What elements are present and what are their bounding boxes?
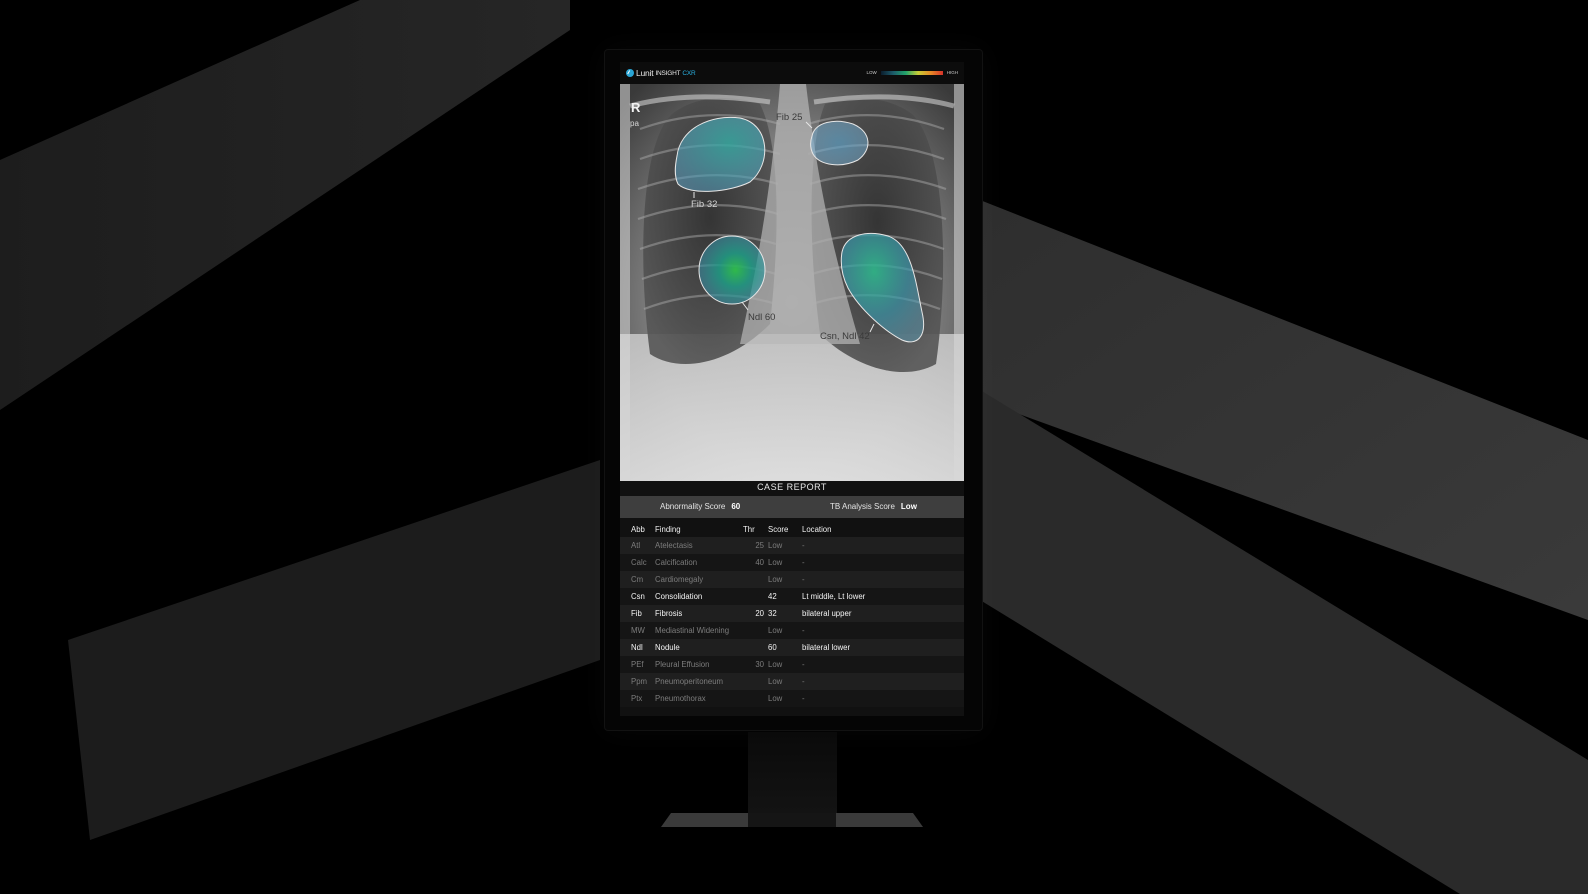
finding-location: - bbox=[802, 622, 964, 639]
lesion-label-fib-32: Fib 32 bbox=[691, 199, 718, 210]
findings-row[interactable]: PEf Pleural Effusion 30 Low - bbox=[620, 656, 964, 673]
legend-color-bar bbox=[880, 70, 943, 75]
lesion-label-csn-ndl-42: Csn, Ndl 42 bbox=[820, 331, 870, 342]
product-suffix: CXR bbox=[682, 69, 696, 77]
abnormality-score-label: Abnormality Score bbox=[660, 502, 726, 511]
finding-score: Low bbox=[768, 537, 802, 554]
finding-score: 60 bbox=[768, 639, 802, 656]
lunit-logo: Lunit INSIGHT CXR bbox=[626, 68, 696, 78]
finding-abb: Atl bbox=[620, 537, 655, 554]
findings-row[interactable]: Calc Calcification 40 Low - bbox=[620, 554, 964, 571]
finding-name: Cardiomegaly bbox=[655, 571, 743, 588]
column-header-location: Location bbox=[802, 524, 832, 534]
findings-row[interactable]: Ndl Nodule 60 bilateral lower bbox=[620, 639, 964, 656]
finding-location: - bbox=[802, 656, 964, 673]
column-header-thr: Thr bbox=[743, 524, 755, 534]
finding-threshold: 20 bbox=[743, 605, 768, 622]
finding-score: Low bbox=[768, 622, 802, 639]
tb-score-label: TB Analysis Score bbox=[830, 502, 895, 511]
finding-threshold: 40 bbox=[743, 554, 768, 571]
legend-high-label: HIGH bbox=[946, 70, 958, 75]
legend-low-label: LOW bbox=[866, 70, 877, 75]
view-marker: pa bbox=[630, 119, 639, 128]
finding-name: Pneumothorax bbox=[655, 690, 743, 707]
finding-location: - bbox=[802, 571, 964, 588]
finding-abb: Ppm bbox=[620, 673, 655, 690]
finding-abb: Cm bbox=[620, 571, 655, 588]
xray-image-viewport[interactable]: R pa Fib 32 Fib 25 Ndl 60 Csn, Ndl 42 bbox=[620, 84, 964, 481]
finding-threshold: 30 bbox=[743, 656, 768, 673]
finding-name: Fibrosis bbox=[655, 605, 743, 622]
findings-row[interactable]: Atl Atelectasis 25 Low - bbox=[620, 537, 964, 554]
findings-row[interactable]: Ppm Pneumoperitoneum Low - bbox=[620, 673, 964, 690]
finding-abb: Ndl bbox=[620, 639, 655, 656]
monitor-stand-neck bbox=[748, 732, 837, 820]
finding-abb: MW bbox=[620, 622, 655, 639]
finding-name: Calcification bbox=[655, 554, 743, 571]
monitor-stand-base bbox=[661, 813, 923, 827]
finding-score: 32 bbox=[768, 605, 802, 622]
findings-header-row: Abb Finding Thr Score Location bbox=[620, 521, 964, 537]
heatmap-legend: LOW HIGH bbox=[866, 70, 958, 75]
top-bar: Lunit INSIGHT CXR LOW HIGH bbox=[620, 62, 964, 84]
finding-abb: Calc bbox=[620, 554, 655, 571]
column-header-score: Score bbox=[768, 524, 789, 534]
finding-score: 42 bbox=[768, 588, 802, 605]
lesion-label-ndl-60: Ndl 60 bbox=[748, 312, 776, 323]
finding-threshold bbox=[743, 690, 768, 707]
finding-location: bilateral lower bbox=[802, 639, 964, 656]
finding-location: - bbox=[802, 690, 964, 707]
chest-xray-image bbox=[620, 84, 964, 481]
finding-abb: PEf bbox=[620, 656, 655, 673]
finding-threshold bbox=[743, 639, 768, 656]
finding-threshold bbox=[743, 622, 768, 639]
finding-threshold bbox=[743, 588, 768, 605]
finding-name: Pleural Effusion bbox=[655, 656, 743, 673]
side-marker: R bbox=[631, 100, 641, 115]
tb-analysis-score: TB Analysis Score Low bbox=[830, 502, 917, 511]
finding-location: Lt middle, Lt lower bbox=[802, 588, 964, 605]
finding-abb: Ptx bbox=[620, 690, 655, 707]
finding-location: - bbox=[802, 673, 964, 690]
finding-threshold bbox=[743, 673, 768, 690]
viewer-screen: Lunit INSIGHT CXR LOW HIGH R pa Fib 32 F… bbox=[620, 62, 964, 716]
findings-row[interactable]: MW Mediastinal Widening Low - bbox=[620, 622, 964, 639]
finding-name: Pneumoperitoneum bbox=[655, 673, 743, 690]
finding-score: Low bbox=[768, 656, 802, 673]
finding-threshold: 25 bbox=[743, 537, 768, 554]
column-header-abb: Abb bbox=[631, 524, 645, 534]
finding-score: Low bbox=[768, 554, 802, 571]
lunit-logo-icon bbox=[626, 69, 634, 77]
abnormality-score: Abnormality Score 60 bbox=[660, 502, 740, 511]
finding-threshold bbox=[743, 571, 768, 588]
finding-location: bilateral upper bbox=[802, 605, 964, 622]
lesion-label-fib-25: Fib 25 bbox=[776, 112, 803, 123]
findings-row[interactable]: Cm Cardiomegaly Low - bbox=[620, 571, 964, 588]
finding-name: Mediastinal Widening bbox=[655, 622, 743, 639]
column-header-finding: Finding bbox=[655, 524, 681, 534]
finding-name: Nodule bbox=[655, 639, 743, 656]
finding-abb: Fib bbox=[620, 605, 655, 622]
finding-score: Low bbox=[768, 673, 802, 690]
findings-row[interactable]: Fib Fibrosis 20 32 bilateral upper bbox=[620, 605, 964, 622]
finding-score: Low bbox=[768, 571, 802, 588]
brand-name: Lunit bbox=[636, 68, 654, 78]
findings-row[interactable]: Csn Consolidation 42 Lt middle, Lt lower bbox=[620, 588, 964, 605]
case-report-title: CASE REPORT bbox=[757, 482, 827, 492]
findings-row[interactable]: Ptx Pneumothorax Low - bbox=[620, 690, 964, 707]
product-name: INSIGHT bbox=[655, 69, 681, 77]
finding-location: - bbox=[802, 537, 964, 554]
finding-name: Consolidation bbox=[655, 588, 743, 605]
findings-table: Abb Finding Thr Score Location Atl Atelec… bbox=[620, 521, 964, 707]
tb-score-value: Low bbox=[900, 502, 917, 511]
finding-score: Low bbox=[768, 690, 802, 707]
abnormality-score-value: 60 bbox=[731, 502, 741, 511]
score-bar: Abnormality Score 60 TB Analysis Score Low bbox=[620, 496, 964, 518]
finding-name: Atelectasis bbox=[655, 537, 743, 554]
finding-abb: Csn bbox=[620, 588, 655, 605]
finding-location: - bbox=[802, 554, 964, 571]
